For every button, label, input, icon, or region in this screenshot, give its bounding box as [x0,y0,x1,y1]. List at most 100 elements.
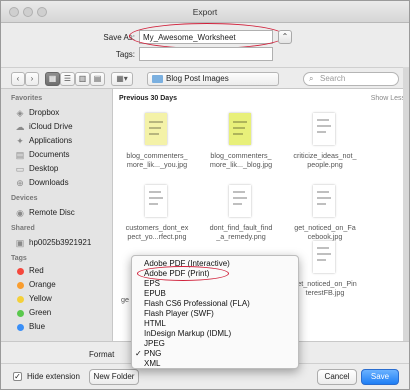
window-title: Export [192,7,218,17]
back-button[interactable]: ‹ [11,72,25,86]
menu-item-xml[interactable]: XML [144,359,160,369]
location-popup[interactable]: Blog Post Images [147,72,279,86]
arrange-icon: ▦▾ [116,74,128,83]
blue-tag-dot-icon [17,324,24,331]
sidebar-item-label: Documents [29,150,70,159]
folder-icon [152,75,163,83]
file-name: customers_dont_ex pect_yo...rfect.png [125,223,189,241]
dropbox-icon: ◈ [16,108,24,118]
menu-item-png[interactable]: PNG [144,349,161,359]
menu-item-adobe-pdf-print[interactable]: Adobe PDF (Print) [144,269,209,279]
sidebar-item-applications[interactable]: ✦ Applications [15,135,72,147]
document-icon: ▤ [15,150,25,160]
tags-field[interactable] [139,47,273,61]
file-item[interactable]: criticize_ideas_not_ people.png [283,113,367,189]
file-thumbnail [313,113,335,145]
column-view-button[interactable]: ▥ [75,72,90,86]
sidebar-item-icloud-drive[interactable]: ☁ iCloud Drive [15,121,73,133]
menu-item-flash-player[interactable]: Flash Player (SWF) [144,309,214,319]
sidebar-item-label: Desktop [29,164,59,173]
yellow-tag-dot-icon [17,296,24,303]
gallery-view-button[interactable]: ▤ [90,72,105,86]
sidebar-item-downloads[interactable]: ⊕ Downloads [15,177,69,189]
sidebar-item-label: Red [29,266,44,275]
sidebar-tag-blue[interactable]: Blue [15,321,45,333]
cancel-button[interactable]: Cancel [317,369,357,385]
menu-item-eps[interactable]: EPS [144,279,160,289]
menu-item-idml[interactable]: InDesign Markup (IDML) [144,329,231,339]
file-item[interactable]: blog_commenters_ more_lik..._blog.jpg [199,113,283,189]
file-item[interactable]: blog_commenters_ more_lik..._you.jpg [115,113,199,189]
hide-extension-label: Hide extension [27,372,80,381]
red-tag-dot-icon [17,268,24,275]
menu-item-jpeg[interactable]: JPEG [144,339,165,349]
menu-item-epub[interactable]: EPUB [144,289,166,299]
sidebar-tag-green[interactable]: Green [15,307,51,319]
sidebar-item-label: Orange [29,280,56,289]
file-name: criticize_ideas_not_ people.png [293,151,357,169]
search-icon: ⌕ [309,74,314,83]
search-placeholder: Search [320,74,346,83]
list-view-button[interactable]: ☰ [60,72,75,86]
icon-view-button[interactable]: ▦ [45,72,60,86]
file-item[interactable]: dont_find_fault_find _a_remedy.png [199,185,283,261]
sidebar-tag-orange[interactable]: Orange [15,279,56,291]
collapse-browser-button[interactable]: ⌃ [278,30,292,44]
section-header: Previous 30 Days [119,95,177,102]
file-item[interactable]: customers_dont_ex pect_yo...rfect.png [115,185,199,261]
title-bar: Export [1,1,409,23]
file-thumbnail [313,241,335,273]
sidebar-item-remote-disc[interactable]: ◉ Remote Disc [15,207,75,219]
sidebar-item-label: Blue [29,322,46,331]
format-dropdown-menu: Adobe PDF (Interactive) Adobe PDF (Print… [131,255,299,369]
file-name: blog_commenters_ more_lik..._blog.jpg [209,151,273,169]
sidebar-item-shared-computer[interactable]: ▣ hp0025b3921921 [15,237,92,249]
file-name: blog_commenters_ more_lik..._you.jpg [126,151,188,169]
sidebar-item-documents[interactable]: ▤ Documents [15,149,70,161]
export-dialog: Export Save As: My_Awesome_Worksheet ⌃ T… [0,0,410,390]
selected-checkmark-icon: ✓ [135,349,142,358]
save-button[interactable]: Save [361,369,399,385]
file-thumbnail [229,113,251,145]
sidebar-item-label: Dropbox [29,108,60,117]
hide-extension-checkbox[interactable]: ✓ [13,372,22,381]
sidebar-item-label: hp0025b3921921 [29,238,92,247]
location-label: Blog Post Images [166,74,229,83]
sidebar-item-label: iCloud Drive [29,122,73,131]
file-name: dont_find_fault_find _a_remedy.png [209,223,273,241]
sidebar-tag-red[interactable]: Red [15,265,44,277]
file-thumbnail [313,185,335,217]
green-tag-dot-icon [17,310,24,317]
save-as-label: Save As: [103,33,135,42]
save-as-field[interactable]: My_Awesome_Worksheet [139,30,273,44]
search-field[interactable]: ⌕ Search [303,72,399,86]
browser-toolbar: ‹ › ▦ ☰ ▥ ▤ ▦▾ Blog Post Images ⌕ Search [1,67,409,89]
menu-item-html[interactable]: HTML [144,319,166,329]
icon-view-icon: ▦ [48,74,57,83]
sidebar-item-dropbox[interactable]: ◈ Dropbox [15,107,60,119]
shared-header: Shared [11,225,35,232]
show-less-link[interactable]: Show Less [371,95,405,102]
column-view-icon: ▥ [78,74,87,83]
file-thumbnail [229,185,251,217]
arrange-button[interactable]: ▦▾ [111,72,133,86]
file-thumbnail [145,113,167,145]
new-folder-button[interactable]: New Folder [89,369,139,385]
menu-item-flash-cs6[interactable]: Flash CS6 Professional (FLA) [144,299,250,309]
list-view-icon: ☰ [63,74,72,83]
sidebar-item-desktop[interactable]: ▭ Desktop [15,163,59,175]
forward-button[interactable]: › [25,72,39,86]
gallery-view-icon: ▤ [93,74,102,83]
sidebar: Favorites ◈ Dropbox ☁ iCloud Drive ✦ Applic… [1,89,113,341]
applications-icon: ✦ [16,136,24,146]
tags-header: Tags [11,255,27,262]
menu-item-adobe-pdf-interactive[interactable]: Adobe PDF (Interactive) [144,259,230,269]
format-label: Format [89,350,115,359]
sidebar-item-label: Applications [29,136,73,145]
sidebar-item-label: Downloads [29,178,69,187]
sidebar-tag-yellow[interactable]: Yellow [15,293,52,305]
file-name: get_noticed_on_Fa cebook.jpg [294,223,356,241]
sidebar-item-label: Remote Disc [29,208,75,217]
orange-tag-dot-icon [17,282,24,289]
file-thumbnail [145,185,167,217]
